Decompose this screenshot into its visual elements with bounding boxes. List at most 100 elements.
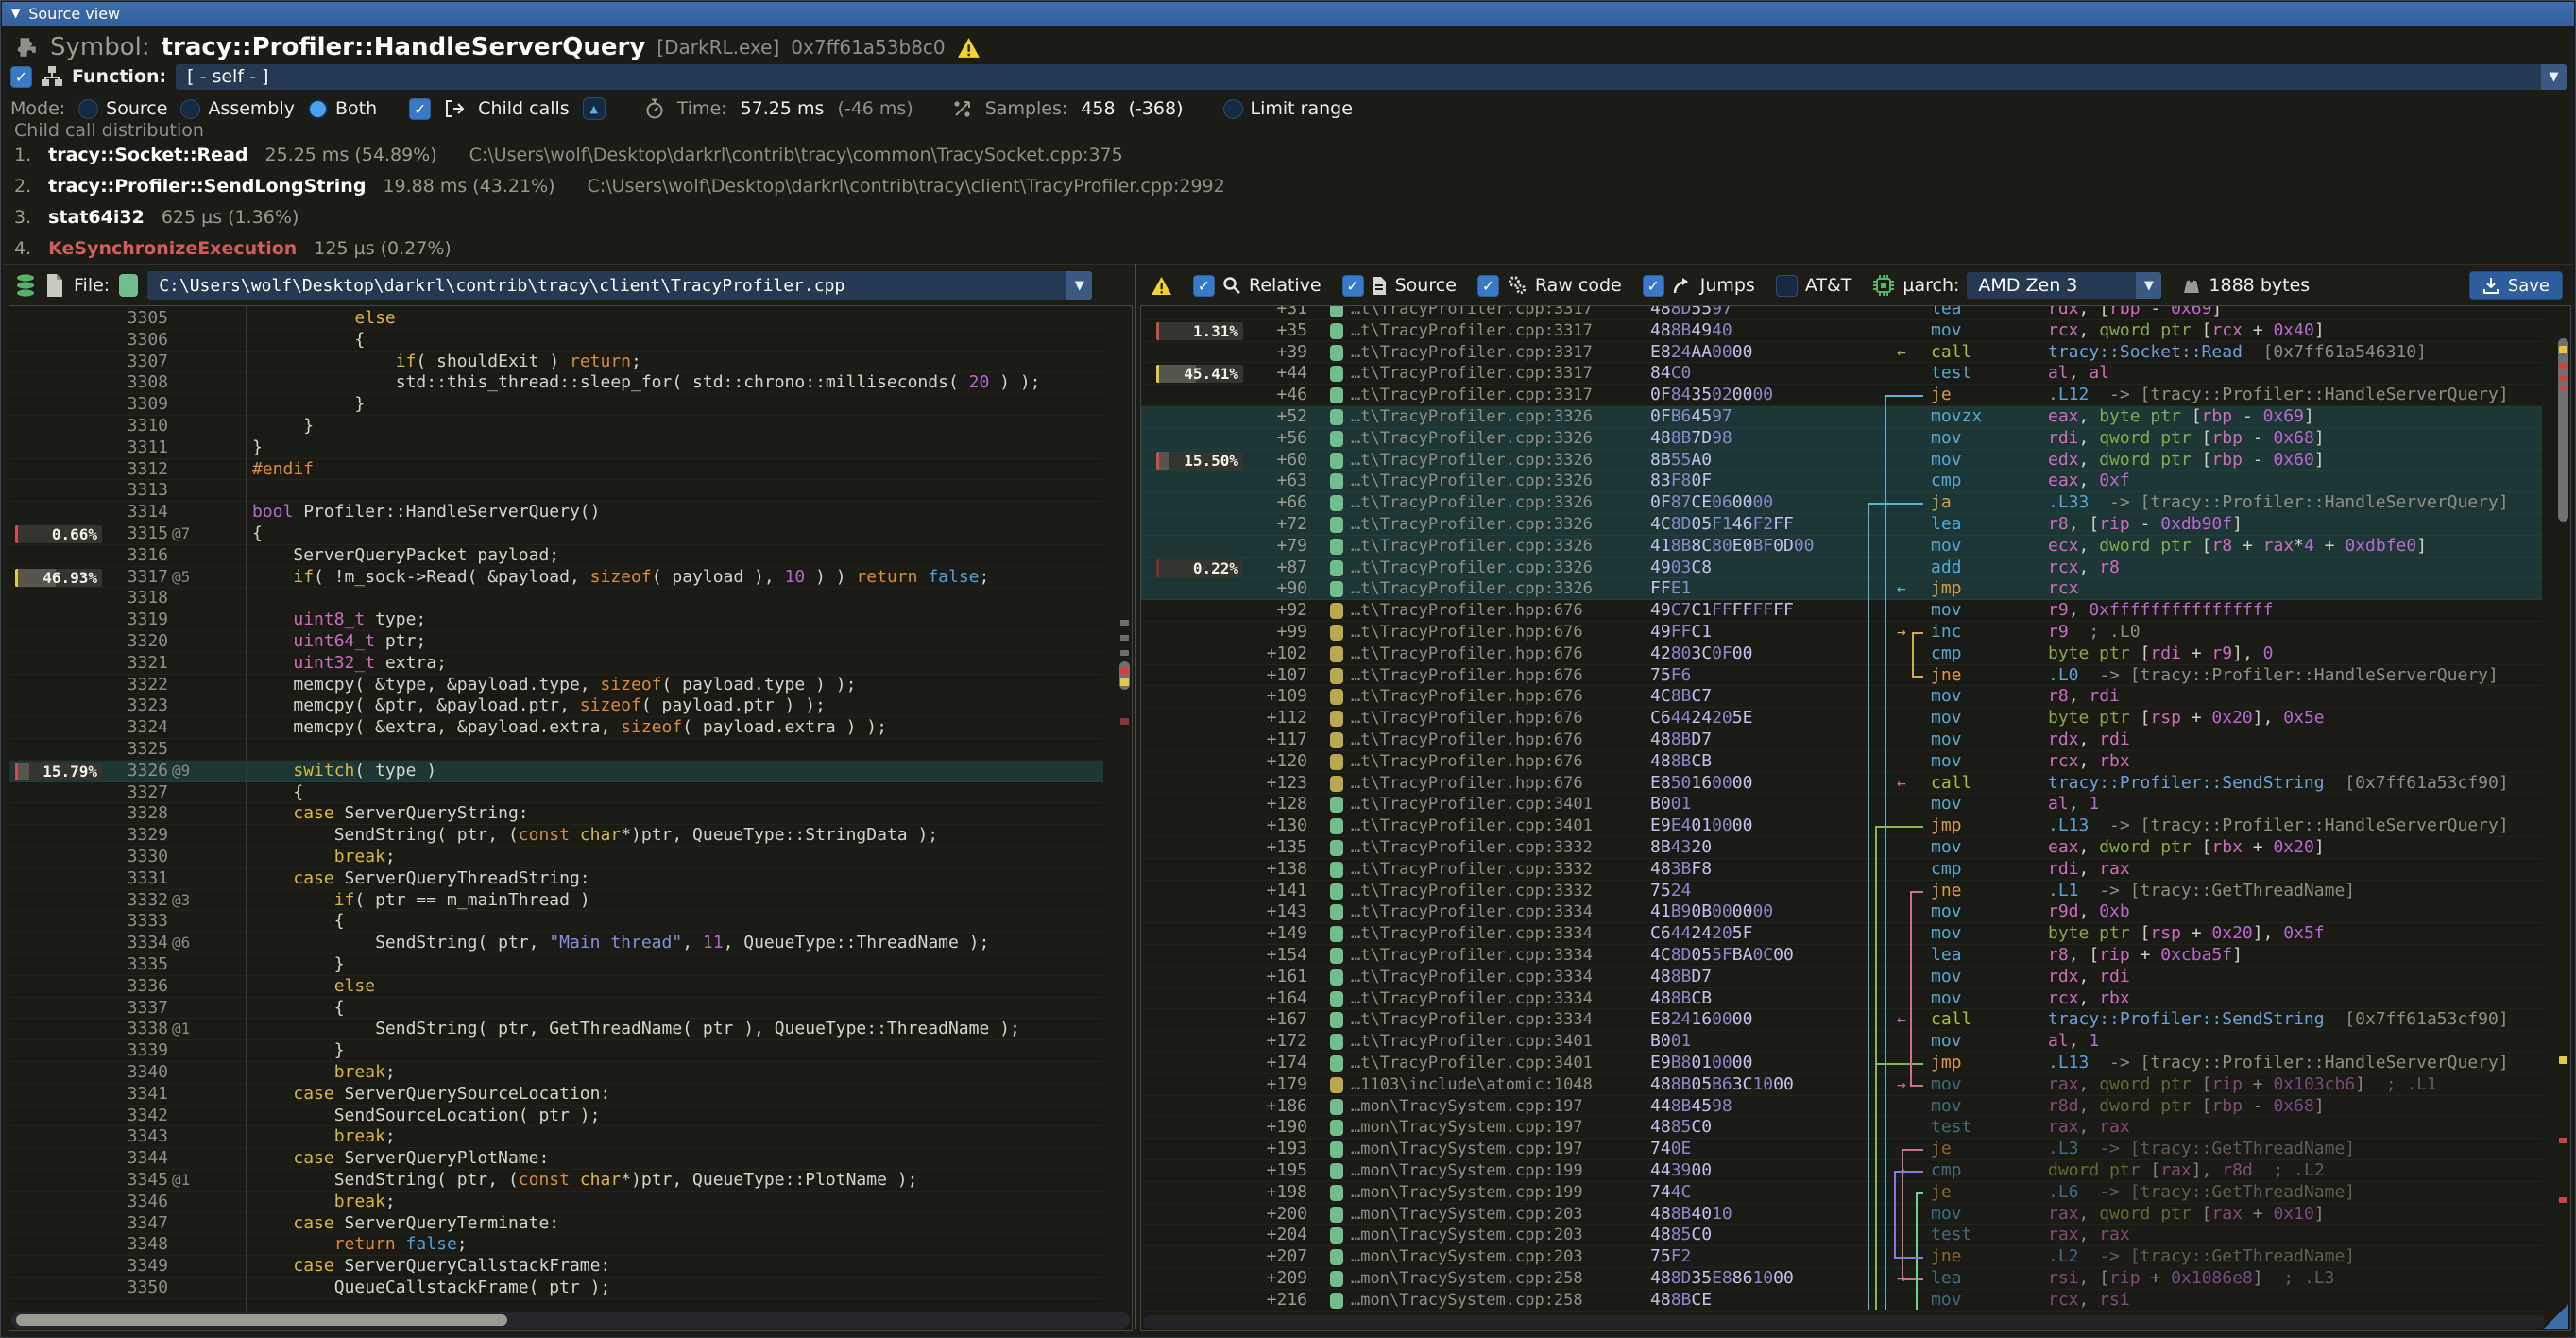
source-line[interactable]: 3312#endif [9,459,1103,481]
source-line[interactable]: 3347case ServerQueryTerminate: [9,1213,1103,1235]
source-line[interactable]: 3324memcpy( &extra, &payload.extra, size… [9,717,1103,739]
source-line[interactable]: 3349case ServerQueryCallstackFrame: [9,1256,1103,1278]
radio-assembly[interactable]: Assembly [180,98,295,119]
raw-code-checkbox[interactable]: ✓ Raw code [1477,275,1622,297]
asm-row[interactable]: 0.22%+87…t\TracyProfiler.cpp:33264903C8a… [1141,558,2542,579]
assembly-horizontal-scrollbar[interactable] [1143,1315,2546,1329]
source-line[interactable]: 3305else [9,308,1103,330]
radio-both[interactable]: Both [308,98,377,119]
resize-handle[interactable] [2544,1304,2568,1329]
asm-row[interactable]: +109…t\TracyProfiler.hpp:6764C8BC7movr8,… [1141,686,2542,708]
function-combo[interactable]: [ - self - ] ▼ [176,64,2567,90]
asm-row[interactable]: +149…t\TracyProfiler.cpp:3334C64424205Fm… [1141,923,2542,945]
asm-row[interactable]: +31…t\TracyProfiler.cpp:3317488D5597lear… [1141,305,2542,320]
asm-row[interactable]: 15.50%+60…t\TracyProfiler.cpp:33268B55A0… [1141,450,2542,472]
asm-row[interactable]: +130…t\TracyProfiler.cpp:3401E9E4010000j… [1141,815,2542,837]
source-line[interactable]: 3330break; [9,847,1103,868]
asm-row[interactable]: +167…t\TracyProfiler.cpp:3334E824160000←… [1141,1009,2542,1031]
asm-row[interactable]: +138…t\TracyProfiler.cpp:3332483BF8cmprd… [1141,859,2542,881]
source-line[interactable]: 46.93%3317@5if( !m_sock->Read( &payload,… [9,567,1103,589]
source-line[interactable]: 3307if( shouldExit ) return; [9,352,1103,373]
source-line[interactable]: 3306{ [9,330,1103,352]
source-line[interactable]: 3327{ [9,782,1103,804]
asm-row[interactable]: +66…t\TracyProfiler.cpp:33260F87CE060000… [1141,492,2542,514]
source-line[interactable]: 3309} [9,394,1103,416]
asm-row[interactable]: +154…t\TracyProfiler.cpp:33344C8D055FBA0… [1141,945,2542,967]
jumps-checkbox[interactable]: ✓ Jumps [1643,275,1755,297]
asm-row[interactable]: +107…t\TracyProfiler.hpp:67675F6jne.L0 -… [1141,665,2542,687]
asm-row[interactable]: 1.31%+35…t\TracyProfiler.cpp:3317488B494… [1141,320,2542,342]
asm-row[interactable]: +209…mon\TracySystem.cpp:258488D35E88610… [1141,1268,2542,1290]
radio-source[interactable]: Source [78,98,167,119]
source-line[interactable]: 0.66%3315@7{ [9,523,1103,545]
asm-row[interactable]: +195…mon\TracySystem.cpp:199443900→cmpdw… [1141,1160,2542,1182]
asm-row[interactable]: +123…t\TracyProfiler.hpp:676E850160000←c… [1141,773,2542,795]
source-line[interactable]: 3323memcpy( &ptr, &payload.ptr, sizeof( … [9,695,1103,717]
source-line[interactable]: 3339} [9,1040,1103,1062]
asm-row[interactable]: +112…t\TracyProfiler.hpp:676C64424205Emo… [1141,708,2542,729]
asm-row[interactable]: +102…t\TracyProfiler.hpp:67642803C0F00cm… [1141,643,2542,665]
asm-row[interactable]: +164…t\TracyProfiler.cpp:3334488BCBmovrc… [1141,988,2542,1010]
asm-row[interactable]: +193…mon\TracySystem.cpp:197740Eje.L3 ->… [1141,1139,2542,1160]
collapse-child-calls-button[interactable]: ▲ [583,97,606,120]
asm-row[interactable]: +143…t\TracyProfiler.cpp:333441B90B00000… [1141,901,2542,923]
asm-row[interactable]: +117…t\TracyProfiler.hpp:676488BD7movrdx… [1141,729,2542,751]
asm-row[interactable]: +92…t\TracyProfiler.hpp:67649C7C1FFFFFFF… [1141,600,2542,622]
source-line[interactable]: 3331case ServerQueryThreadString: [9,868,1103,890]
child-call-row[interactable]: 3.stat64i32625 µs (1.36%) [14,207,299,228]
source-line[interactable]: 3345@1SendString( ptr, (const char*)ptr,… [9,1170,1103,1192]
source-line[interactable]: 15.79%3326@9switch( type ) [9,761,1103,782]
source-line[interactable]: 3348return false; [9,1234,1103,1256]
source-line[interactable]: 3329SendString( ptr, (const char*)ptr, Q… [9,825,1103,847]
source-horizontal-scrollbar[interactable] [11,1312,1130,1329]
asm-row[interactable]: +120…t\TracyProfiler.hpp:676488BCBmovrcx… [1141,751,2542,773]
asm-row[interactable]: +179…1103\include\atomic:1048488B05B63C1… [1141,1074,2542,1096]
function-checkbox[interactable]: ✓ [10,66,32,88]
asm-row[interactable]: +161…t\TracyProfiler.cpp:3334488BD7movrd… [1141,967,2542,988]
asm-row[interactable]: +172…t\TracyProfiler.cpp:3401B001moval, … [1141,1031,2542,1053]
asm-row[interactable]: +216…mon\TracySystem.cpp:258488BCEmovrcx… [1141,1290,2542,1312]
source-line[interactable]: 3313 [9,480,1103,502]
asm-row[interactable]: 45.41%+44…t\TracyProfiler.cpp:331784C0te… [1141,363,2542,385]
child-call-row[interactable]: 4.KeSynchronizeExecution125 µs (0.27%) [14,238,452,259]
source-line[interactable]: 3338@1SendString( ptr, GetThreadName( pt… [9,1019,1103,1040]
relative-checkbox[interactable]: ✓ Relative [1193,275,1322,297]
source-line[interactable]: 3319uint8_t type; [9,609,1103,631]
child-calls-checkbox[interactable]: ✓ [409,98,431,120]
asm-row[interactable]: +79…t\TracyProfiler.cpp:3326418B8C80E0BF… [1141,536,2542,558]
child-call-row[interactable]: 1.tracy::Socket::Read25.25 ms (54.89%)C:… [14,145,1123,165]
source-line[interactable]: 3332@3if( ptr == m_mainThread ) [9,890,1103,912]
asm-row[interactable]: +174…t\TracyProfiler.cpp:3401E9B8010000j… [1141,1053,2542,1074]
chevron-down-icon[interactable]: ▼ [2541,64,2567,90]
asm-row[interactable]: +39…t\TracyProfiler.cpp:3317E824AA0000←c… [1141,342,2542,364]
source-line[interactable]: 3320uint64_t ptr; [9,631,1103,653]
asm-row[interactable]: +204…mon\TracySystem.cpp:2034885C0testra… [1141,1225,2542,1246]
source-line[interactable]: 3350QueueCallstackFrame( ptr ); [9,1278,1103,1299]
source-line[interactable]: 3333{ [9,911,1103,933]
collapse-icon[interactable]: ▼ [11,2,20,26]
source-line[interactable]: 3311} [9,437,1103,459]
source-line[interactable]: 3342SendSourceLocation( ptr ); [9,1106,1103,1127]
asm-row[interactable]: +99…t\TracyProfiler.hpp:67649FFC1→incr9 … [1141,622,2542,643]
child-call-row[interactable]: 2.tracy::Profiler::SendLongString19.88 m… [14,176,1225,197]
source-line[interactable]: 3322memcpy( &type, &payload.type, sizeof… [9,675,1103,696]
asm-row[interactable]: +186…mon\TracySystem.cpp:197448B4598movr… [1141,1096,2542,1118]
att-checkbox[interactable]: AT&T [1776,275,1852,297]
asm-row[interactable]: +90…t\TracyProfiler.cpp:3326FFE1←jmprcx [1141,578,2542,600]
source-line[interactable]: 3337{ [9,998,1103,1020]
source-line[interactable]: 3340break; [9,1062,1103,1084]
chevron-down-icon[interactable]: ▼ [1066,271,1092,300]
source-line[interactable]: 3343break; [9,1126,1103,1148]
chevron-down-icon[interactable]: ▼ [2136,272,2161,299]
source-line[interactable]: 3316ServerQueryPacket payload; [9,545,1103,567]
asm-row[interactable]: +141…t\TracyProfiler.cpp:33327524jne.L1 … [1141,881,2542,902]
source-line[interactable]: 3310} [9,416,1103,437]
asm-row[interactable]: +207…mon\TracySystem.cpp:20375F2jne.L2 -… [1141,1246,2542,1268]
asm-row[interactable]: +52…t\TracyProfiler.cpp:33260FB64597movz… [1141,406,2542,428]
scrollbar-thumb[interactable] [16,1314,507,1326]
asm-row[interactable]: +72…t\TracyProfiler.cpp:33264C8D05F146F2… [1141,514,2542,536]
limit-range-checkbox[interactable]: Limit range [1223,98,1353,119]
source-line[interactable]: 3321uint32_t extra; [9,653,1103,675]
source-line[interactable]: 3308std::this_thread::sleep_for( std::ch… [9,372,1103,394]
source-line[interactable]: 3325 [9,739,1103,761]
